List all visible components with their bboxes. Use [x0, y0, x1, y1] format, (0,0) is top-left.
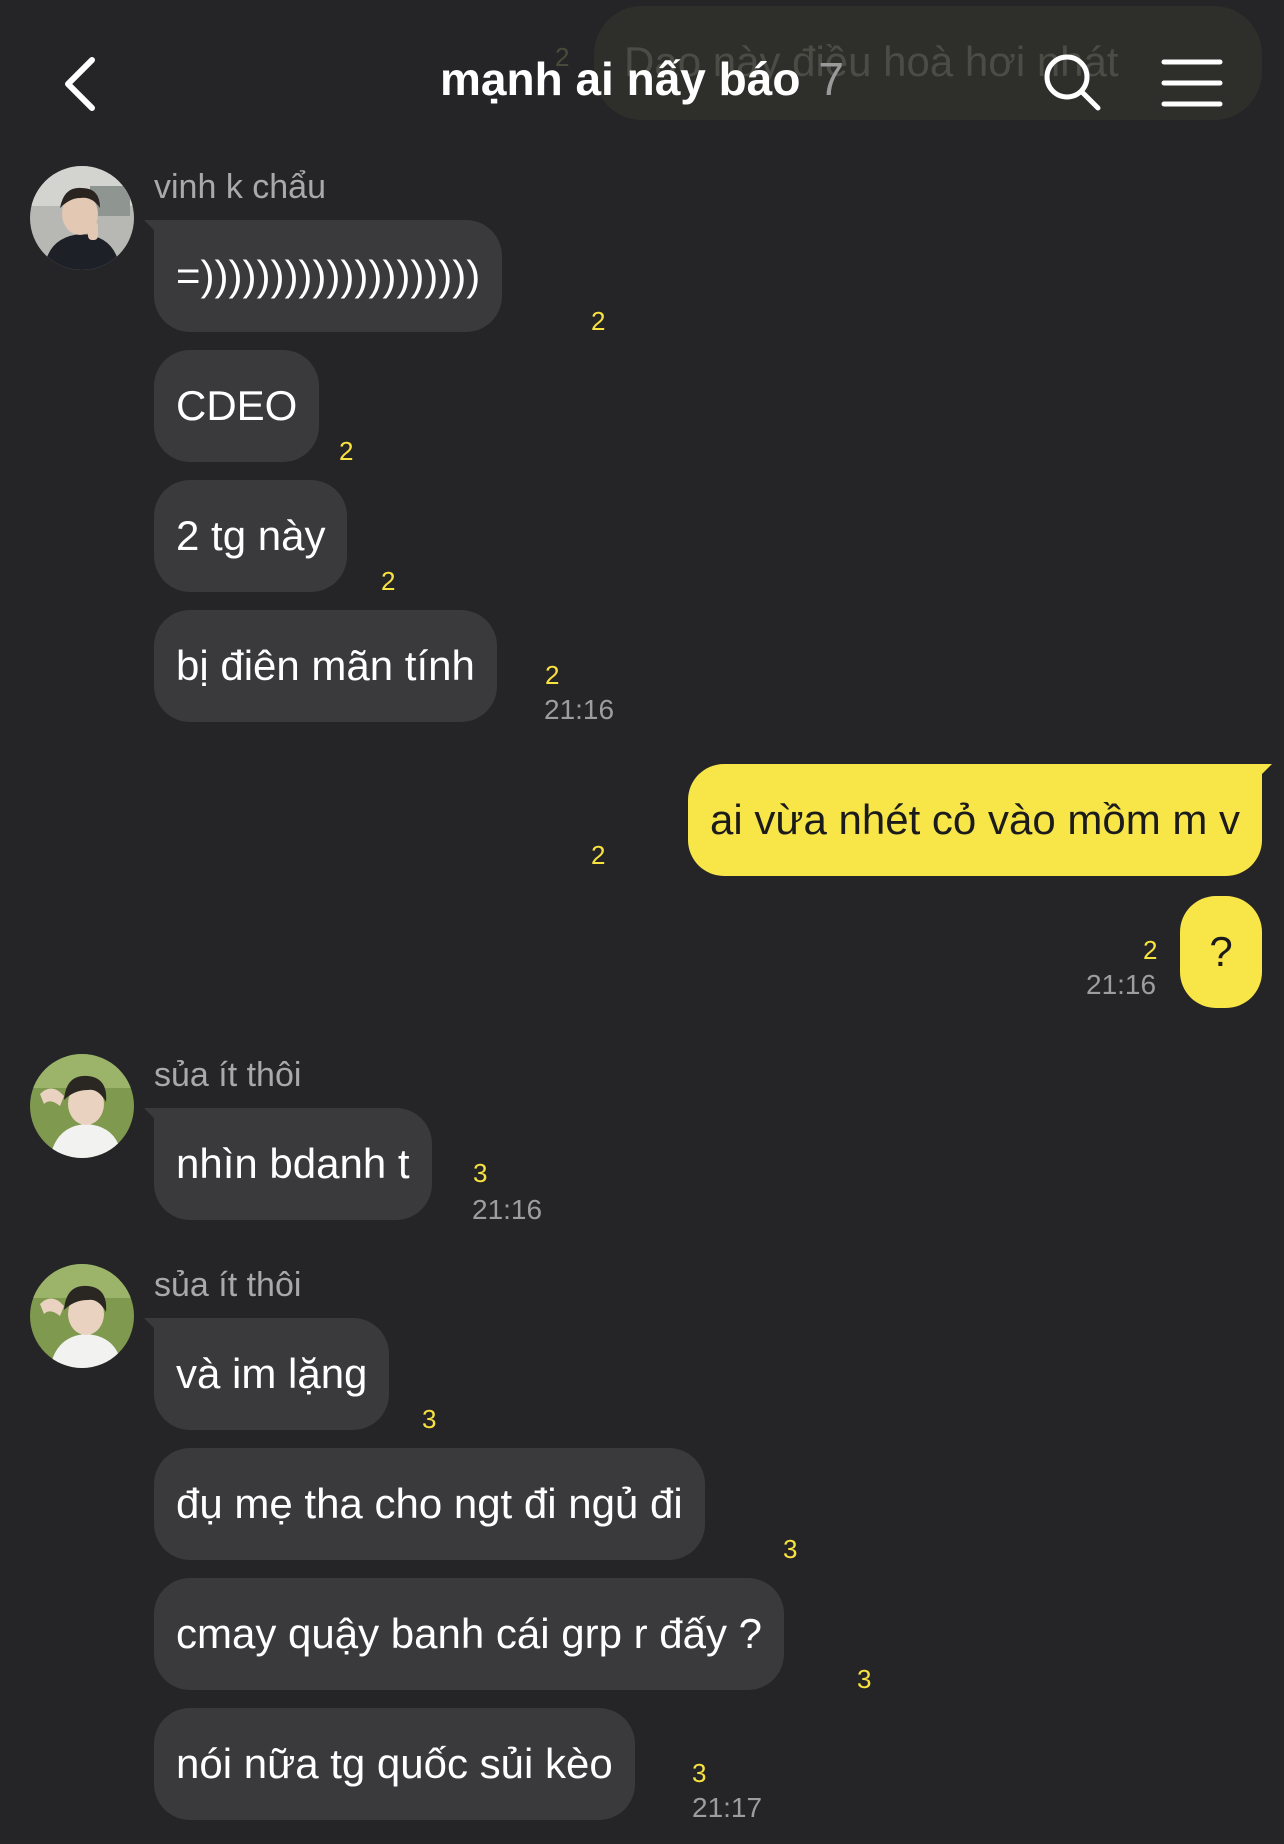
chevron-left-icon	[65, 57, 95, 111]
sender-name: sủa ít thôi	[154, 1266, 302, 1304]
hamburger-menu-icon	[1161, 59, 1223, 107]
user-photo-icon	[30, 1264, 134, 1368]
unread-count: 3	[783, 1534, 798, 1564]
unread-count: 2	[545, 660, 560, 690]
avatar[interactable]	[30, 1264, 134, 1368]
message-bubble[interactable]: nói nữa tg quốc sủi kèo	[154, 1708, 635, 1820]
message-bubble[interactable]: nhìn bdanh t	[154, 1108, 432, 1220]
search-button[interactable]	[1040, 50, 1104, 114]
unread-count: 2	[591, 840, 606, 870]
unread-count: 2	[339, 436, 354, 466]
message-bubble[interactable]: và im lặng	[154, 1318, 390, 1430]
message-bubble[interactable]: đụ mẹ tha cho ngt đi ngủ đi	[154, 1448, 705, 1560]
unread-count: 2	[381, 566, 396, 596]
sender-name: vinh k chẩu	[154, 168, 326, 206]
search-icon	[1044, 54, 1101, 111]
message-bubble[interactable]: =))))))))))))))))))))	[154, 220, 503, 332]
sender-name: sủa ít thôi	[154, 1056, 302, 1094]
message-time: 21:16	[544, 694, 615, 725]
unread-count: 2	[591, 306, 606, 336]
message-time: 21:16	[1086, 969, 1157, 1000]
avatar[interactable]	[30, 166, 134, 270]
message-bubble[interactable]: CDEO	[154, 350, 320, 462]
my-message-bubble[interactable]: ai vừa nhét cỏ vào mồm m v	[688, 764, 1262, 876]
unread-count: 3	[692, 1758, 707, 1788]
menu-button[interactable]	[1160, 56, 1224, 110]
user-photo-icon	[30, 1054, 134, 1158]
unread-count: 2	[1143, 935, 1158, 965]
unread-count: 3	[422, 1404, 437, 1434]
message-time: 21:16	[472, 1194, 543, 1225]
member-count[interactable]: 7	[818, 53, 844, 105]
unread-count: 3	[473, 1158, 488, 1188]
message-time: 21:17	[692, 1792, 763, 1823]
my-message-bubble[interactable]: ?	[1180, 896, 1262, 1008]
message-bubble[interactable]: cmay quậy banh cái grp r đấy ?	[154, 1578, 784, 1690]
preview-unread-count: 2	[555, 42, 570, 72]
message-bubble[interactable]: bị điên mãn tính	[154, 610, 497, 722]
avatar[interactable]	[30, 1054, 134, 1158]
back-button[interactable]	[56, 52, 106, 116]
unread-count: 3	[857, 1664, 872, 1694]
message-bubble[interactable]: 2 tg này	[154, 480, 348, 592]
user-photo-icon	[30, 166, 134, 270]
